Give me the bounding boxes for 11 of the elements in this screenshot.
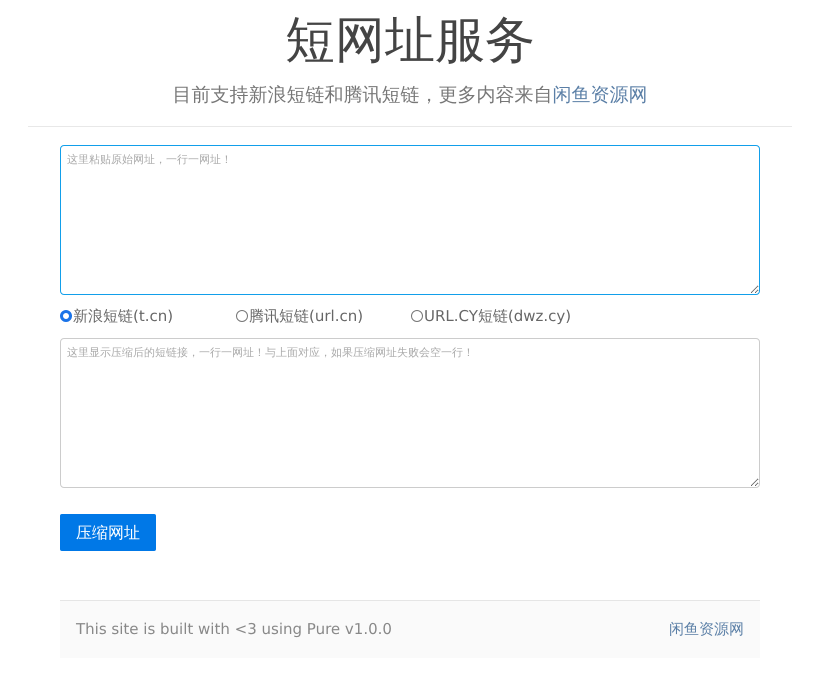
page-title: 短网址服务: [285, 10, 535, 71]
service-radio[interactable]: 腾讯短链(url.cn): [236, 304, 411, 328]
footer-link[interactable]: 闲鱼资源网: [669, 618, 744, 641]
subtitle-link[interactable]: 闲鱼资源网: [552, 84, 648, 106]
service-radio[interactable]: 新浪短链(t.cn): [60, 304, 236, 328]
result-url-field[interactable]: 这里显示压缩后的短链接，一行一网址！与上面对应，如果压缩网址失败会空一行！: [60, 338, 760, 488]
footer-text: This site is built with <3 using Pure v1.0.0: [76, 619, 392, 640]
source-url-field[interactable]: 这里粘贴原始网址，一行一网址！: [60, 145, 760, 295]
compress-button[interactable]: 压缩网址: [60, 514, 156, 551]
service-radio[interactable]: URL.CY短链(dwz.cy): [411, 304, 586, 328]
subtitle: 目前支持新浪短链和腾讯短链，更多内容来自 闲鱼资源网: [172, 83, 648, 108]
